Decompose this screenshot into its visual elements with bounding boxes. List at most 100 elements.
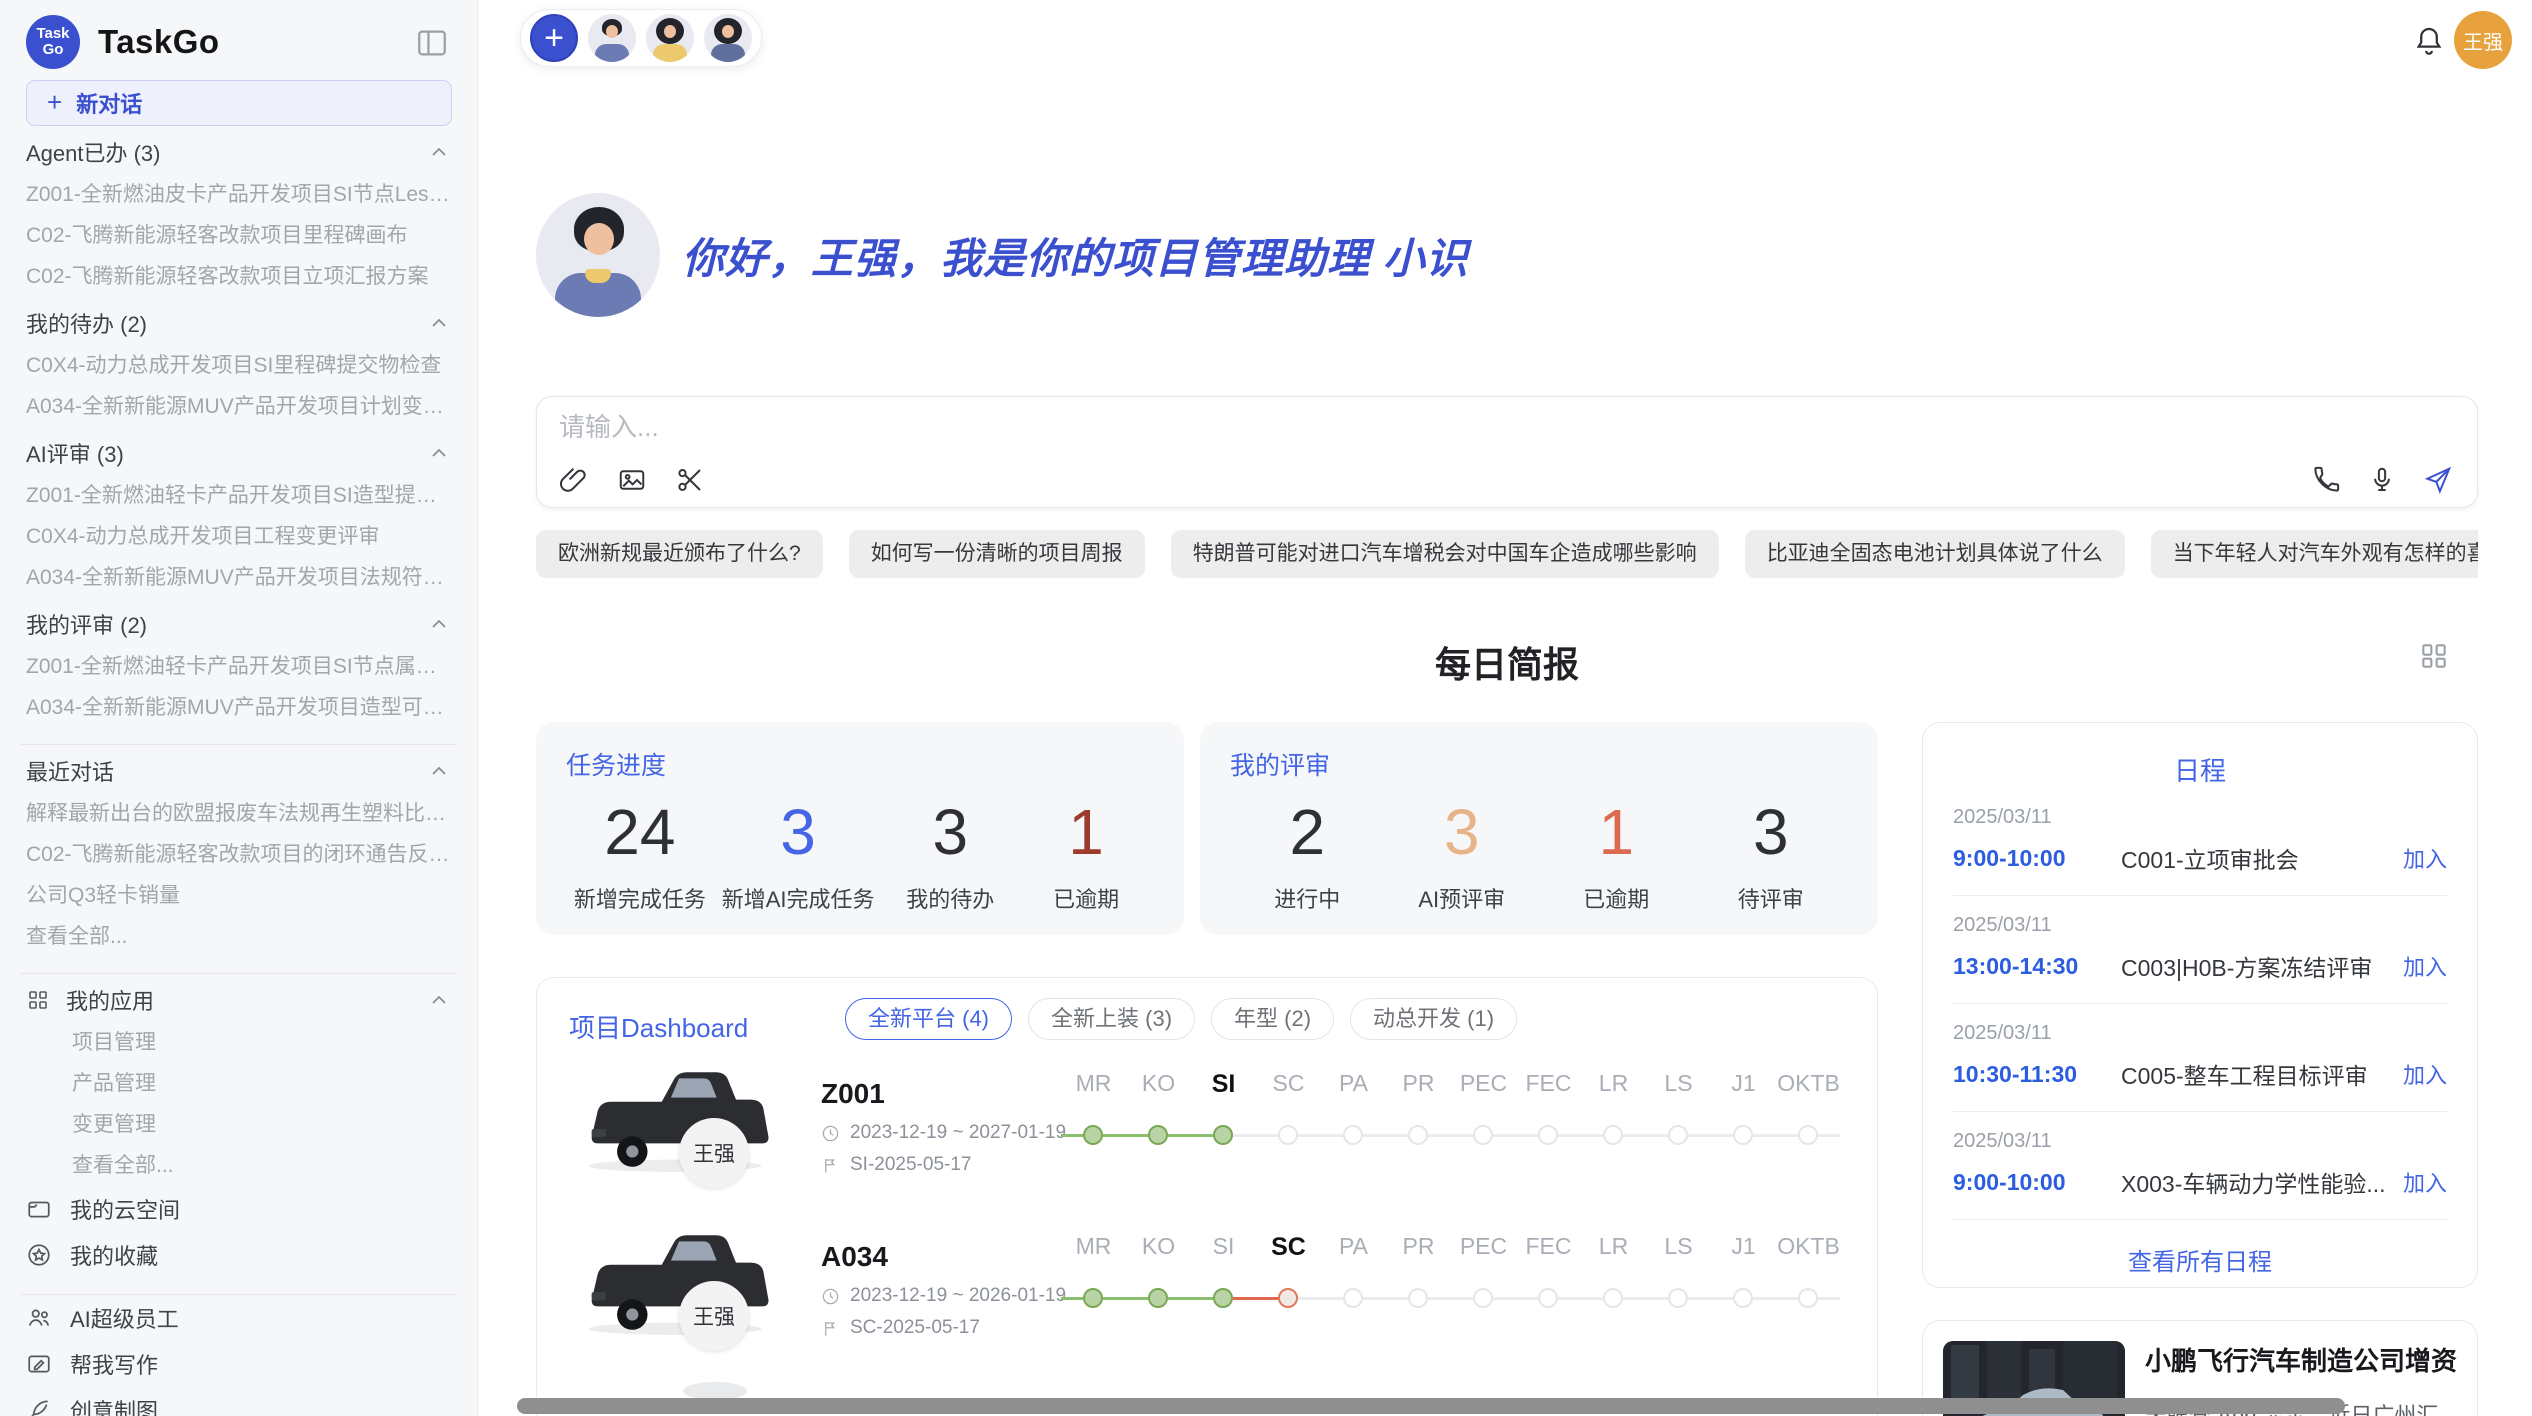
sidebar-item-cloud-space[interactable]: 我的云空间: [26, 1186, 451, 1232]
task-progress-card: 任务进度 24 新增完成任务 3 新增AI完成任务 3 我的待办: [536, 722, 1184, 935]
conversation-avatar[interactable]: [646, 14, 694, 62]
schedule-event: X003-车辆动力学性能验...: [2121, 1165, 2391, 1199]
project-next-milestone: SI-2025-05-17: [821, 1154, 971, 1176]
daily-brief-header: 每日简报: [536, 636, 2478, 688]
milestone-connector: [1623, 1134, 1668, 1137]
stats-row: 任务进度 24 新增完成任务 3 新增AI完成任务 3 我的待办: [536, 722, 1878, 935]
sidebar-logo-row: Task Go TaskGo: [26, 12, 451, 72]
sidebar-item[interactable]: C02-飞腾新能源轻客改款项目立项汇报方案: [26, 256, 451, 297]
milestone-dot-PR: [1408, 1288, 1428, 1308]
milestone-dot-PR: [1408, 1125, 1428, 1145]
message-input[interactable]: [559, 409, 2259, 445]
sidebar-item[interactable]: C0X4-动力总成开发项目工程变更评审: [26, 516, 451, 557]
recent-conversation[interactable]: C02-飞腾新能源轻客改款项目的闭环通告反馈情况: [26, 834, 451, 875]
stat-my-todo: 3 我的待办: [890, 796, 1010, 914]
milestone-dot-LS: [1668, 1288, 1688, 1308]
people-icon: [26, 1305, 52, 1331]
tab-powertrain[interactable]: 动总开发 (1): [1350, 998, 1517, 1040]
clock-icon: [821, 1124, 840, 1143]
project-date-range: 2023-12-19 ~ 2026-01-19: [821, 1285, 1066, 1307]
layout-grid-icon[interactable]: [2418, 640, 2450, 672]
milestone-connector: [1493, 1297, 1538, 1300]
milestone-connector: [1103, 1297, 1148, 1300]
recent-conversation[interactable]: 解释最新出台的欧盟报废车法规再生塑料比例被调至15%...: [26, 793, 451, 834]
sidebar-item[interactable]: Z001-全新燃油皮卡产品开发项目SI节点Lesson Learn报告: [26, 174, 451, 215]
microphone-icon[interactable]: [2367, 465, 2397, 495]
attachment-icon[interactable]: [559, 465, 589, 495]
schedule-date: 2025/03/11: [1953, 1022, 2447, 1045]
clock-icon: [821, 1287, 840, 1306]
project-row[interactable]: 王强 A034 2023-12-19 ~ 2026-01-19 SC-2025-…: [537, 1219, 1877, 1381]
milestone-dot-OKTB: [1798, 1288, 1818, 1308]
main-content: + 王强 你好，王强，我是你的项目管理助理 小识: [478, 0, 2532, 1416]
sidebar-item-creative-drawing[interactable]: 创意制图: [26, 1387, 451, 1416]
owner-badge: 王强: [679, 1118, 749, 1188]
milestone-label-OKTB: OKTB: [1776, 1070, 1841, 1099]
send-icon[interactable]: [2423, 465, 2453, 495]
app-link-change-mgmt[interactable]: 变更管理: [26, 1104, 451, 1145]
milestone-label-LR: LR: [1581, 1070, 1646, 1099]
sidebar-item[interactable]: C02-飞腾新能源轻客改款项目里程碑画布: [26, 215, 451, 256]
milestone-dot-MR: [1083, 1288, 1103, 1308]
sidebar-item-help-me-write[interactable]: 帮我写作: [26, 1341, 451, 1387]
sidebar-section-agent-done[interactable]: Agent已办 (3): [26, 130, 451, 174]
sidebar: Task Go TaskGo + 新对话 Agent已办 (3) Z001-全新…: [0, 0, 478, 1416]
conversation-avatar[interactable]: [588, 14, 636, 62]
suggestion-chip[interactable]: 当下年轻人对汽车外观有怎样的喜好趋势: [2151, 530, 2478, 578]
milestone-label-SC: SC: [1256, 1233, 1321, 1262]
sidebar-item[interactable]: A034-全新新能源MUV产品开发项目法规符合性评审: [26, 557, 451, 598]
sidebar-section-my-review[interactable]: 我的评审 (2): [26, 602, 451, 646]
phone-icon[interactable]: [2311, 465, 2341, 495]
sidebar-section-my-todo[interactable]: 我的待办 (2): [26, 301, 451, 345]
sidebar-section-my-apps[interactable]: 我的应用: [26, 978, 451, 1022]
join-button[interactable]: 加入: [2403, 950, 2447, 982]
project-row[interactable]: 王强 Z001 2023-12-19 ~ 2027-01-19 SI-2025-…: [537, 1056, 1877, 1218]
suggestion-chip[interactable]: 比亚迪全固态电池计划具体说了什么: [1745, 530, 2125, 578]
sidebar-section-ai-review[interactable]: AI评审 (3): [26, 431, 451, 475]
horizontal-scrollbar[interactable]: [517, 1398, 2345, 1414]
tab-new-body[interactable]: 全新上装 (3): [1028, 998, 1195, 1040]
suggestion-chip[interactable]: 如何写一份清晰的项目周报: [849, 530, 1145, 578]
sidebar-item[interactable]: Z001-全新燃油轻卡产品开发项目SI节点属性5D文件评审: [26, 646, 451, 687]
milestone-label-PR: PR: [1386, 1070, 1451, 1099]
add-conversation-button[interactable]: +: [530, 14, 578, 62]
view-all-apps[interactable]: 查看全部...: [26, 1145, 451, 1186]
view-all-schedule-link[interactable]: 查看所有日程: [1953, 1220, 2447, 1299]
sidebar-item[interactable]: A034-全新新能源MUV产品开发项目计划变更表编写: [26, 386, 451, 427]
sidebar-item-ai-super-employee[interactable]: AI超级员工: [26, 1295, 451, 1341]
write-icon: [26, 1351, 52, 1377]
milestone-connector: [1168, 1297, 1213, 1300]
schedule-entry: 2025/03/11 10:30-11:30 C005-整车工程目标评审 加入: [1953, 1004, 2447, 1112]
schedule-entry: 2025/03/11 13:00-14:30 C003|H0B-方案冻结评审 加…: [1953, 896, 2447, 1004]
milestone-dot-FEC: [1538, 1125, 1558, 1145]
app-link-product-mgmt[interactable]: 产品管理: [26, 1063, 451, 1104]
join-button[interactable]: 加入: [2403, 1058, 2447, 1090]
app-logo-text-bottom: Go: [43, 42, 64, 58]
notification-bell-icon[interactable]: [2412, 24, 2446, 58]
sidebar-item-favorites[interactable]: 我的收藏: [26, 1232, 451, 1278]
scissors-icon[interactable]: [675, 465, 705, 495]
milestone-connector: [1298, 1297, 1343, 1300]
tab-model-year[interactable]: 年型 (2): [1211, 998, 1334, 1040]
join-button[interactable]: 加入: [2403, 1166, 2447, 1198]
greeting-text: 你好，王强，我是你的项目管理助理 小识: [682, 225, 1469, 286]
conversation-avatar[interactable]: [704, 14, 752, 62]
schedule-event: C001-立项审批会: [2121, 841, 2391, 875]
sidebar-section-recent[interactable]: 最近对话: [26, 749, 451, 793]
image-icon[interactable]: [617, 465, 647, 495]
sidebar-item[interactable]: A034-全新新能源MUV产品开发项目造型可行性评审: [26, 687, 451, 728]
tab-new-platform[interactable]: 全新平台 (4): [845, 998, 1012, 1040]
milestone-dot-SI: [1213, 1288, 1233, 1308]
new-chat-button[interactable]: + 新对话: [26, 80, 452, 126]
app-link-project-mgmt[interactable]: 项目管理: [26, 1022, 451, 1063]
suggestion-chip[interactable]: 特朗普可能对进口汽车增税会对中国车企造成哪些影响: [1171, 530, 1719, 578]
user-avatar[interactable]: 王强: [2454, 11, 2512, 69]
view-all-conversations[interactable]: 查看全部...: [26, 916, 451, 957]
milestone-connector: [1753, 1297, 1798, 1300]
sidebar-item[interactable]: Z001-全新燃油轻卡产品开发项目SI造型提交物评审: [26, 475, 451, 516]
sidebar-collapse-icon[interactable]: [415, 26, 449, 60]
sidebar-item[interactable]: C0X4-动力总成开发项目SI里程碑提交物检查: [26, 345, 451, 386]
join-button[interactable]: 加入: [2403, 842, 2447, 874]
recent-conversation[interactable]: 公司Q3轻卡销量: [26, 875, 451, 916]
suggestion-chip[interactable]: 欧洲新规最近颁布了什么?: [536, 530, 823, 578]
